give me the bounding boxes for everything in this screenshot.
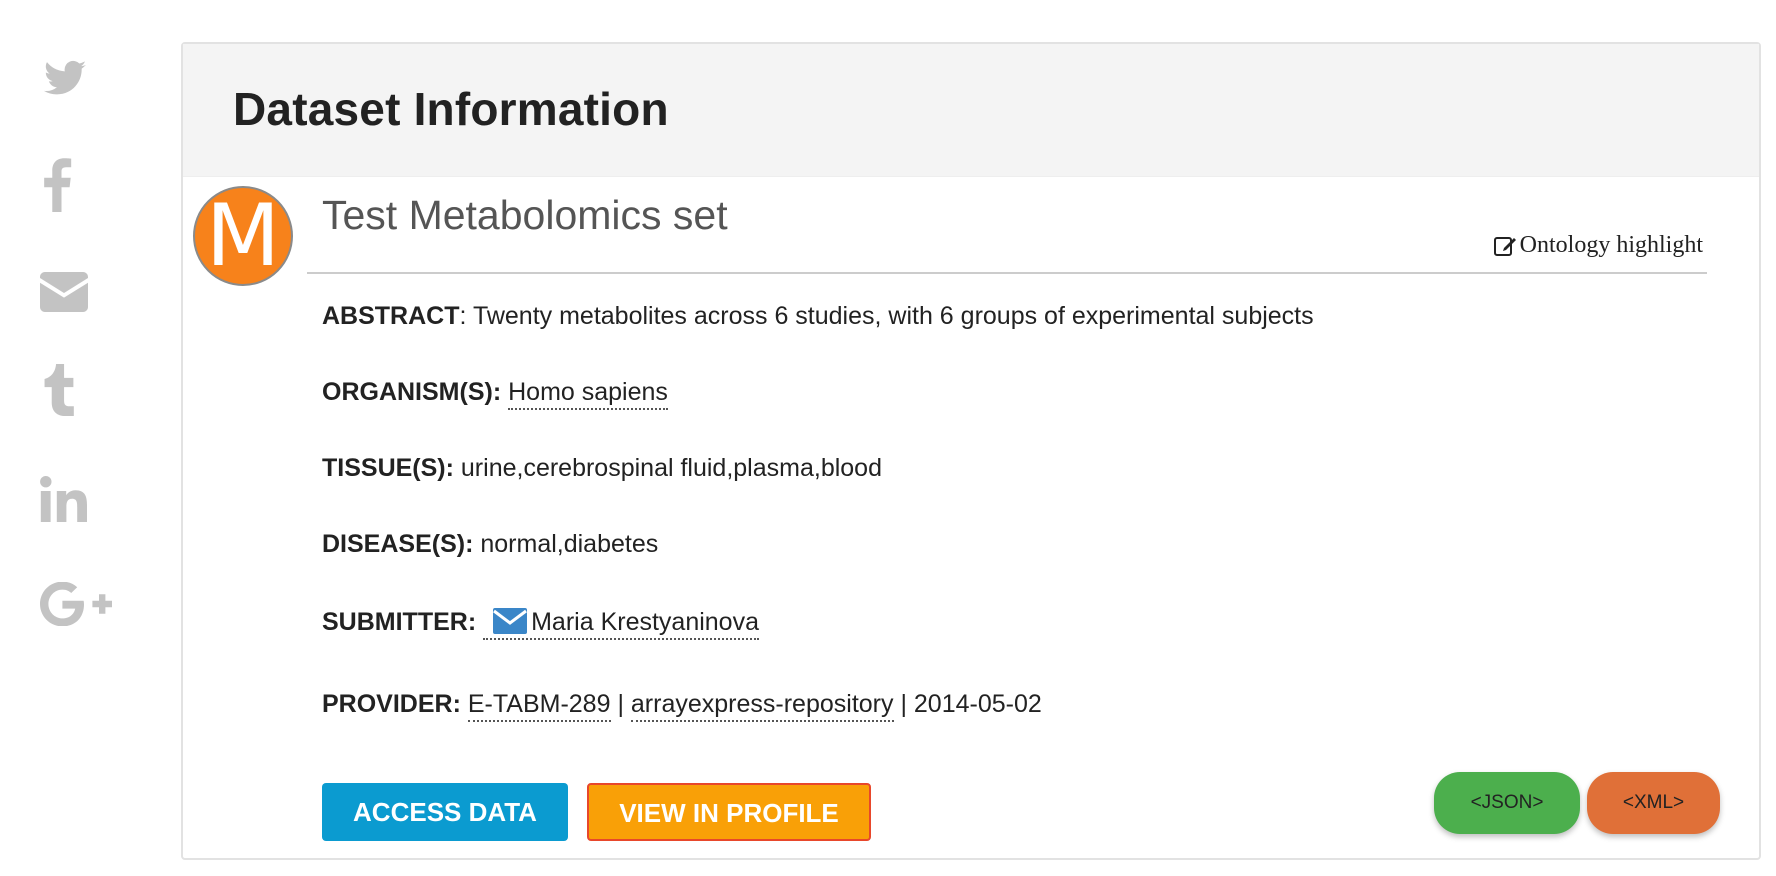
organism-link[interactable]: Homo sapiens [508,378,668,410]
submitter-name: Maria Krestyaninova [531,608,759,636]
mail-icon [493,608,528,634]
submitter-link[interactable]: Maria Krestyaninova [483,608,759,640]
provider-label: PROVIDER: [322,690,461,718]
tissue-value: urine,cerebrospinal fluid,plasma,blood [460,454,882,482]
disease-label: DISEASE(S): [322,530,474,558]
organism-row: ORGANISM(S): Homo sapiens [322,378,668,410]
ontology-highlight-toggle[interactable]: Ontology highlight [1493,232,1703,259]
avatar-letter: M [205,186,281,286]
abstract-value: : Twenty metabolites across 6 studies, w… [459,302,1314,330]
provider-accession-link[interactable]: E-TABM-289 [467,690,611,722]
card-title: Dataset Information [233,83,669,135]
provider-separator: | [617,690,624,718]
disease-row: DISEASE(S): normal,diabetes [322,530,658,559]
google-plus-icon[interactable] [40,582,112,626]
dataset-avatar: M [193,186,293,286]
provider-row: PROVIDER: E-TABM-289 | arrayexpress-repo… [322,690,1042,722]
submitter-label: SUBMITTER: [322,608,477,636]
provider-repository-link[interactable]: arrayexpress-repository [630,690,894,722]
json-export-button[interactable]: <JSON> [1434,772,1580,834]
abstract-row: ABSTRACT: Twenty metabolites across 6 st… [322,302,1314,331]
organism-label: ORGANISM(S): [322,378,502,406]
tumblr-icon[interactable] [42,364,74,416]
view-in-profile-button[interactable]: VIEW IN PROFILE [587,783,871,841]
access-data-button[interactable]: ACCESS DATA [322,783,568,841]
linkedin-icon[interactable] [40,476,88,522]
disease-value: normal,diabetes [480,530,659,558]
dataset-card: Dataset Information M Test Metabolomics … [181,42,1761,860]
tissue-row: TISSUE(S): urine,cerebrospinal fluid,pla… [322,454,882,483]
card-header: Dataset Information [183,44,1759,177]
email-icon[interactable] [40,272,88,312]
tissue-label: TISSUE(S): [322,454,454,482]
xml-export-button[interactable]: <XML> [1587,772,1720,834]
facebook-icon[interactable] [40,158,74,212]
dataset-title: Test Metabolomics set [322,192,728,238]
title-divider [307,272,1707,274]
abstract-label: ABSTRACT [322,302,460,330]
provider-date: | 2014-05-02 [900,690,1042,718]
submitter-row: SUBMITTER: Maria Krestyaninova [322,608,759,640]
twitter-icon[interactable] [42,56,88,102]
edit-icon [1493,236,1516,256]
social-share-bar [0,0,150,876]
ontology-label: Ontology highlight [1519,232,1703,258]
